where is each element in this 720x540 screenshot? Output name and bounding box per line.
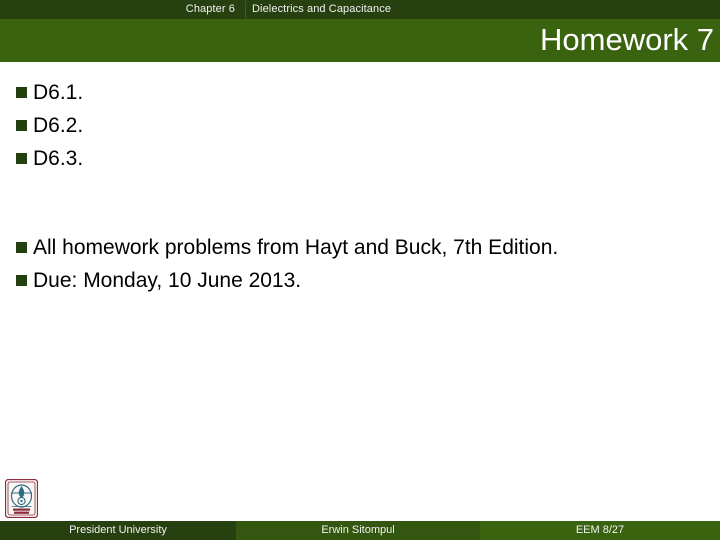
footer-page-code: EEM 8/27: [480, 521, 720, 540]
page-title: Homework 7: [540, 22, 714, 57]
slide-header: Chapter 6 Dielectrics and Capacitance Ho…: [0, 0, 720, 62]
header-chapter-title: Dielectrics and Capacitance: [252, 3, 392, 15]
university-crest-logo: [4, 478, 39, 519]
square-bullet-icon: [16, 242, 27, 253]
bullet-group-notes-list: All homework problems from Hayt and Buck…: [0, 232, 720, 298]
square-bullet-icon: [16, 120, 27, 131]
slide-body: D6.1. D6.2. D6.3. All homework problems …: [0, 62, 720, 472]
list-item: Due: Monday, 10 June 2013.: [0, 265, 720, 298]
slide-footer: President University Erwin Sitompul EEM …: [0, 521, 720, 540]
list-item: All homework problems from Hayt and Buck…: [0, 232, 720, 265]
list-item-label: Due: Monday, 10 June 2013.: [33, 269, 302, 292]
list-item-label: D6.2.: [33, 114, 84, 137]
square-bullet-icon: [16, 275, 27, 286]
list-item-label: D6.3.: [33, 147, 84, 170]
footer-institution: President University: [0, 521, 236, 540]
square-bullet-icon: [16, 87, 27, 98]
square-bullet-icon: [16, 153, 27, 164]
list-item: D6.2.: [0, 110, 720, 143]
bullet-group-problem-list: D6.1. D6.2. D6.3.: [0, 77, 720, 176]
list-item-label: D6.1.: [33, 81, 84, 104]
header-chapter-divider: [245, 1, 246, 18]
list-item-label: All homework problems from Hayt and Buck…: [33, 236, 559, 259]
list-item: D6.1.: [0, 77, 720, 110]
list-item: D6.3.: [0, 143, 720, 176]
header-chapter-label: Chapter 6: [185, 3, 235, 15]
footer-author: Erwin Sitompul: [236, 521, 480, 540]
